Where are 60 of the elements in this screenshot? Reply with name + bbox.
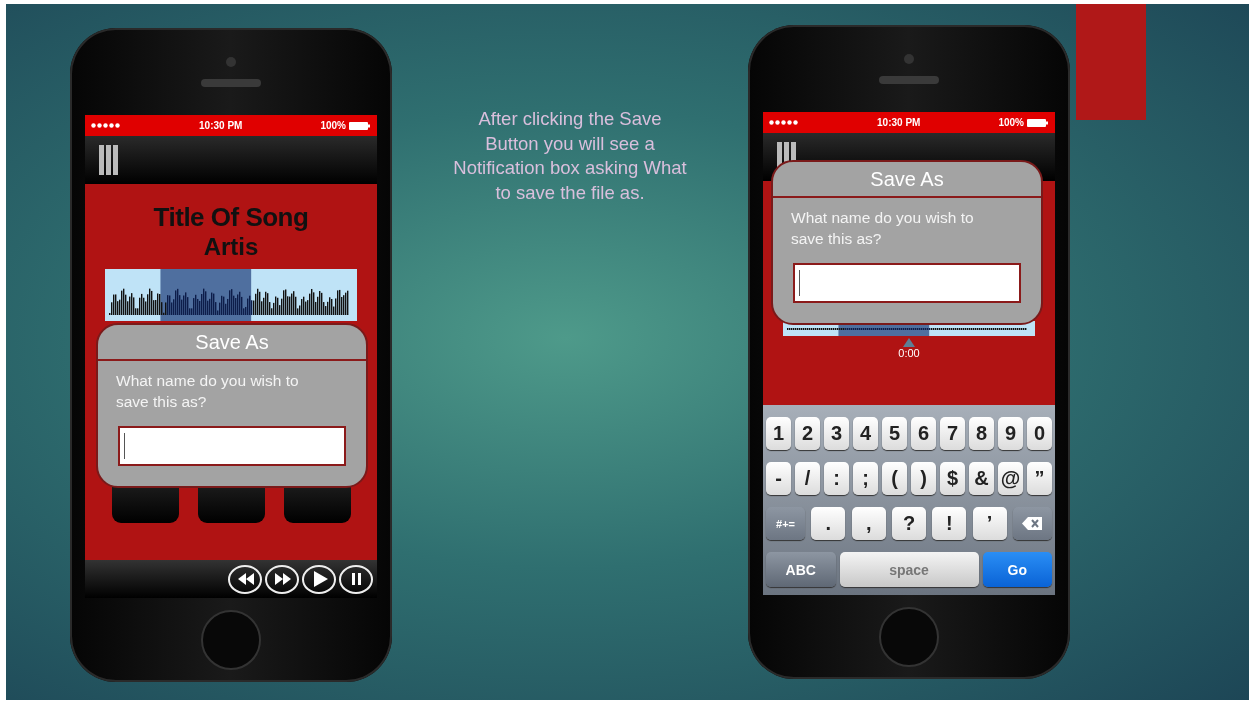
status-time: 10:30 PM	[877, 117, 921, 128]
dialog-prompt: What name do you wish to save this as?	[115, 371, 300, 412]
keyboard-key[interactable]: 5	[882, 417, 907, 450]
keyboard-key[interactable]: &	[969, 462, 994, 495]
keyboard-key[interactable]: ABC	[766, 552, 836, 587]
keyboard-key[interactable]: 2	[795, 417, 820, 450]
camera-dot	[226, 56, 236, 67]
keyboard-key[interactable]: 0	[1027, 417, 1052, 450]
speaker-grille	[879, 75, 939, 84]
keyboard-key[interactable]: 7	[940, 417, 965, 450]
file-name-input[interactable]	[118, 426, 346, 466]
keyboard-key[interactable]: ;	[853, 462, 878, 495]
keyboard-key[interactable]: !	[932, 507, 967, 540]
keyboard-key[interactable]: @	[998, 462, 1023, 495]
play-button[interactable]	[302, 564, 336, 594]
keyboard-key[interactable]: ?	[892, 507, 926, 540]
menu-button[interactable]	[99, 145, 119, 175]
keyboard-key[interactable]: 4	[853, 417, 878, 450]
keyboard-key[interactable]: 9	[998, 417, 1023, 450]
keyboard-key[interactable]: :	[824, 462, 849, 495]
dialog-title: Save As	[98, 325, 366, 361]
keyboard-key[interactable]: ,	[851, 507, 886, 540]
keyboard-key[interactable]: $	[940, 462, 965, 495]
rewind-button[interactable]	[228, 564, 262, 594]
dialog-title: Save As	[773, 162, 1041, 198]
keyboard-key[interactable]: (	[882, 462, 907, 495]
keyboard-key[interactable]: ”	[1027, 462, 1052, 495]
caption-text: After clicking the Save Button you will see a Notification box asking What to save the file as.	[452, 107, 688, 205]
keyboard-key[interactable]: 1	[766, 417, 791, 450]
delete-key[interactable]	[1012, 507, 1052, 540]
time-marker: 0:00	[898, 347, 920, 359]
speaker-grille	[201, 78, 261, 87]
keyboard-key[interactable]: Go	[982, 552, 1052, 587]
playhead-marker-icon	[903, 338, 915, 347]
fast-forward-icon	[272, 570, 292, 588]
keyboard-key[interactable]: #+=	[766, 507, 805, 540]
pause-button[interactable]	[339, 564, 373, 594]
keyboard-key[interactable]: ’	[972, 507, 1007, 540]
keyboard-key[interactable]: )	[911, 462, 936, 495]
signal-dots-icon	[769, 120, 799, 125]
keyboard-key[interactable]: /	[795, 462, 820, 495]
keyboard-key[interactable]: 8	[969, 417, 994, 450]
battery-icon	[349, 121, 371, 130]
battery-level: 100%	[998, 117, 1024, 128]
battery-level: 100%	[320, 120, 346, 131]
file-name-input[interactable]	[793, 263, 1021, 303]
keyboard-key[interactable]: 3	[824, 417, 849, 450]
fast-forward-button[interactable]	[265, 564, 299, 594]
keyboard-key[interactable]: -	[766, 462, 791, 495]
backspace-icon	[1022, 517, 1043, 530]
status-time: 10:30 PM	[199, 120, 243, 131]
dialog-prompt: What name do you wish to save this as?	[790, 208, 975, 249]
song-title: Title Of Song	[153, 202, 309, 233]
artist-name: Artis	[203, 233, 259, 261]
camera-dot	[904, 53, 914, 64]
keyboard-key[interactable]: 6	[911, 417, 936, 450]
menu-icon	[99, 145, 119, 175]
signal-dots-icon	[91, 123, 121, 128]
keyboard-key[interactable]: .	[811, 507, 846, 540]
battery-icon	[1027, 118, 1049, 127]
